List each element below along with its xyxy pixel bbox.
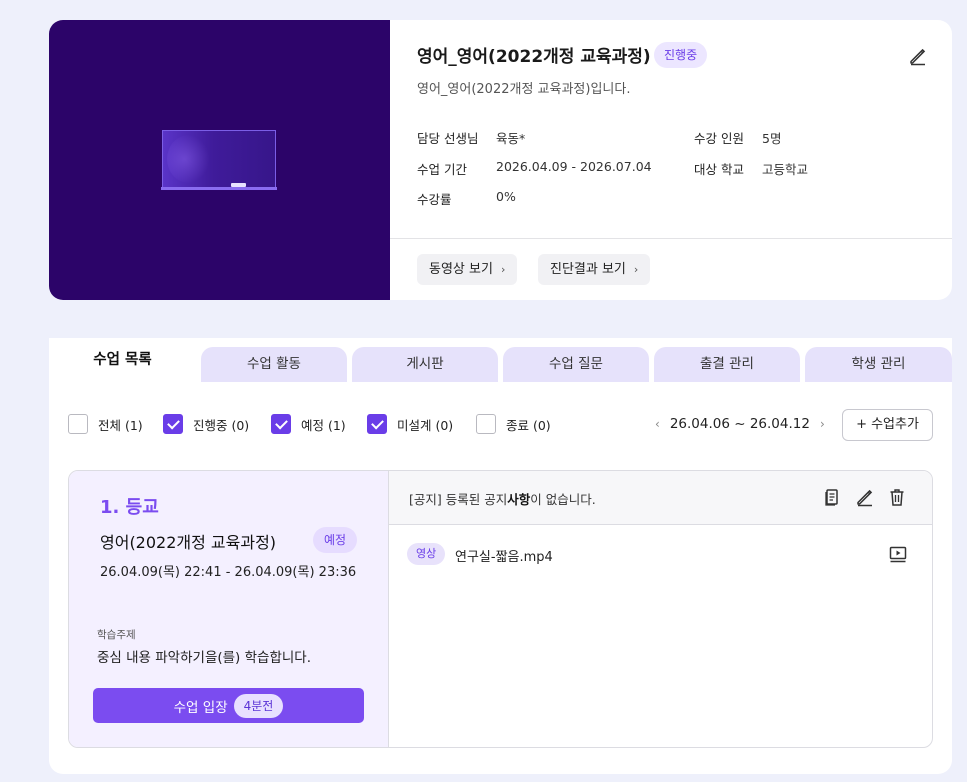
tab-bar: 수업 목록 수업 활동 게시판 수업 질문 출결 관리 학생 관리: [49, 338, 952, 382]
chevron-right-icon: ›: [633, 263, 639, 276]
chevron-right-icon[interactable]: ›: [820, 417, 825, 431]
tab-lesson-activity[interactable]: 수업 활동: [201, 347, 347, 382]
course-card: 영어_영어(2022개정 교육과정) 진행중 영어_영어(2022개정 교육과정…: [49, 20, 952, 300]
period-value: 2026.04.09 - 2026.07.04: [496, 159, 652, 174]
course-info: 영어_영어(2022개정 교육과정) 진행중 영어_영어(2022개정 교육과정…: [390, 20, 952, 300]
course-description: 영어_영어(2022개정 교육과정)입니다.: [417, 82, 631, 97]
lesson-number: 1. 등교: [100, 497, 159, 518]
tab-questions[interactable]: 수업 질문: [503, 347, 649, 382]
teacher-label: 담당 선생님: [417, 131, 479, 146]
video-button-label: 동영상 보기: [429, 262, 493, 277]
time-badge: 4분전: [233, 693, 284, 718]
checkbox[interactable]: [68, 414, 88, 434]
media-type-badge: 영상: [407, 543, 446, 565]
chevron-right-icon: ›: [500, 263, 506, 276]
filter-label: 예정 (1): [301, 417, 346, 433]
filter-in-progress[interactable]: 진행중 (0): [163, 414, 249, 434]
notice-prefix: [공지] 등록된 공지: [409, 492, 508, 507]
edit-icon[interactable]: [855, 487, 875, 507]
tab-students[interactable]: 학생 관리: [805, 347, 952, 382]
checkbox[interactable]: [163, 414, 183, 434]
media-filename[interactable]: 연구실-짧음.mp4: [455, 546, 553, 565]
lesson-name: 영어(2022개정 교육과정): [100, 533, 277, 552]
add-lesson-button[interactable]: + 수업추가: [842, 409, 933, 441]
blackboard-illustration: [162, 130, 276, 188]
tab-attendance[interactable]: 출결 관리: [654, 347, 800, 382]
course-thumbnail: [49, 20, 390, 300]
filter-label: 전체 (1): [98, 417, 143, 433]
filter-ended[interactable]: 종료 (0): [476, 414, 551, 434]
period-label: 수업 기간: [417, 162, 467, 177]
diagnosis-button[interactable]: 진단결과 보기 ›: [538, 254, 651, 285]
video-button[interactable]: 동영상 보기 ›: [417, 254, 518, 285]
notice-suffix: 이 없습니다.: [530, 492, 596, 507]
lesson-time: 26.04.09(목) 22:41 - 26.04.09(목) 23:36: [100, 565, 357, 580]
topic-label: 학습주제: [97, 629, 136, 641]
school-label: 대상 학교: [694, 162, 744, 177]
enter-lesson-button[interactable]: 수업 입장 4분전: [93, 688, 364, 723]
lesson-content: [공지] 등록된 공지사항이 없습니다. 영상 연구실-짧음.mp4: [389, 471, 932, 747]
edit-course-icon[interactable]: [908, 46, 928, 66]
enrollment-label: 수강 인원: [694, 131, 744, 146]
progress-value: 0%: [496, 189, 516, 204]
chevron-left-icon[interactable]: ‹: [655, 417, 660, 431]
eraser-illustration: [231, 183, 246, 187]
enrollment-value: 5명: [762, 131, 782, 146]
diagnosis-button-label: 진단결과 보기: [550, 262, 626, 277]
week-range: 26.04.06 ~ 26.04.12: [669, 416, 810, 432]
notice-emphasis: 사항: [507, 492, 531, 507]
course-status-badge: 진행중: [654, 42, 708, 68]
week-navigator: ‹ 26.04.06 ~ 26.04.12 ›: [655, 414, 825, 434]
document-icon[interactable]: [822, 487, 842, 507]
filter-label: 진행중 (0): [193, 417, 250, 433]
filter-scheduled[interactable]: 예정 (1): [271, 414, 346, 434]
filter-all[interactable]: 전체 (1): [68, 414, 143, 434]
course-title: 영어_영어(2022개정 교육과정): [417, 47, 651, 67]
filter-label: 종료 (0): [506, 417, 551, 433]
lesson-summary: 1. 등교 영어(2022개정 교육과정) 예정 26.04.09(목) 22:…: [69, 471, 389, 747]
notice-bar: [공지] 등록된 공지사항이 없습니다.: [389, 471, 932, 525]
notice-text: [공지] 등록된 공지사항이 없습니다.: [409, 489, 596, 508]
progress-label: 수강률: [417, 192, 452, 207]
media-item[interactable]: 영상 연구실-짧음.mp4: [407, 543, 908, 567]
tab-board[interactable]: 게시판: [352, 347, 498, 382]
topic-text: 중심 내용 파악하기을(를) 학습합니다.: [97, 650, 311, 666]
play-video-icon[interactable]: [888, 544, 908, 564]
filter-label: 미설계 (0): [397, 417, 454, 433]
checkbox[interactable]: [476, 414, 496, 434]
checkbox[interactable]: [367, 414, 387, 434]
filter-undesigned[interactable]: 미설계 (0): [367, 414, 453, 434]
divider: [390, 238, 952, 239]
tab-lesson-list[interactable]: 수업 목록: [49, 338, 196, 382]
enter-lesson-label: 수업 입장: [173, 699, 228, 716]
blackboard-ledge: [161, 187, 277, 190]
lesson-status-badge: 예정: [313, 527, 358, 553]
lesson-card: 1. 등교 영어(2022개정 교육과정) 예정 26.04.09(목) 22:…: [68, 470, 933, 748]
trash-icon[interactable]: [887, 487, 907, 507]
school-value: 고등학교: [762, 162, 809, 177]
checkbox[interactable]: [271, 414, 291, 434]
teacher-value: 육동*: [496, 131, 526, 146]
